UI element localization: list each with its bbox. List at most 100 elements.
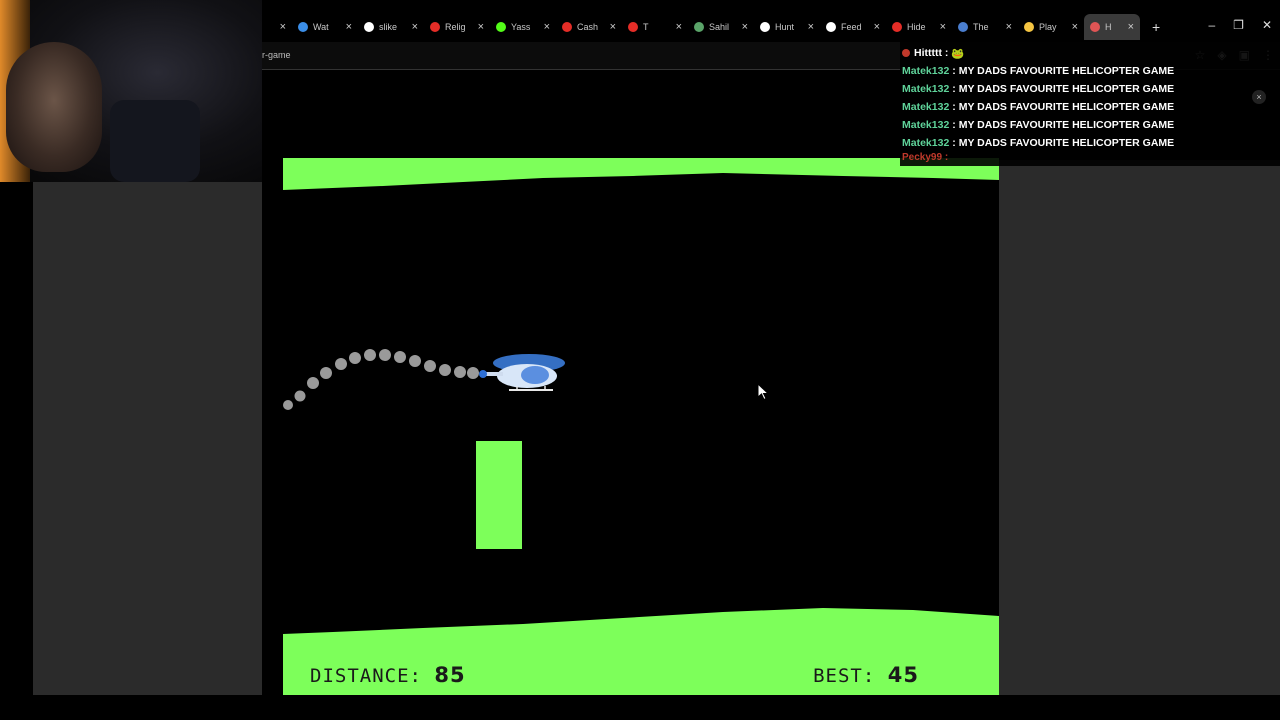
- user-badge-icon: [902, 49, 910, 57]
- chat-username: Pecky99 :: [902, 151, 949, 163]
- tab-close-icon[interactable]: ×: [1072, 21, 1078, 33]
- tab-close-icon[interactable]: ×: [1006, 21, 1012, 33]
- tab-favicon-icon: [958, 22, 968, 32]
- tab-close-icon[interactable]: ×: [742, 21, 748, 33]
- chat-username: Matek132: [902, 137, 950, 149]
- webcam-overlay: [0, 0, 262, 182]
- distance-readout: DISTANCE: 85: [310, 663, 466, 687]
- tab-favicon-icon: [298, 22, 308, 32]
- close-chat-icon[interactable]: ×: [1252, 90, 1266, 104]
- webcam-person: [6, 42, 102, 172]
- chat-line: Matek132: MY DADS FAVOURITE HELICOPTER G…: [902, 116, 1280, 134]
- browser-tab[interactable]: T ×: [622, 14, 688, 40]
- mouse-cursor-icon: [757, 383, 770, 401]
- smoke-trail: [283, 349, 479, 410]
- tab-favicon-icon: [760, 22, 770, 32]
- chat-message-text: : MY DADS FAVOURITE HELICOPTER GAME: [952, 137, 1175, 149]
- distance-label: DISTANCE:: [310, 665, 422, 687]
- chat-overlay: Hittttt : 🐸 Matek132: MY DADS FAVOURITE …: [900, 42, 1280, 166]
- tab-favicon-icon: [430, 22, 440, 32]
- tab-title: H: [1105, 22, 1112, 32]
- tab-favicon-icon: [1024, 22, 1034, 32]
- browser-tab[interactable]: H ×: [1084, 14, 1140, 40]
- tab-favicon-icon: [628, 22, 638, 32]
- tab-favicon-icon: [892, 22, 902, 32]
- chat-username: Matek132: [902, 101, 950, 113]
- minimize-icon[interactable]: –: [1208, 18, 1215, 32]
- tab-title: Play: [1039, 22, 1057, 32]
- window-controls: – ❐ ✕: [1208, 18, 1272, 32]
- browser-tab[interactable]: ×: [262, 14, 292, 40]
- game-scene: [283, 158, 999, 695]
- browser-tab[interactable]: Relig ×: [424, 14, 490, 40]
- ceiling-terrain: [283, 158, 999, 190]
- browser-tab[interactable]: Hunt ×: [754, 14, 820, 40]
- chat-line-partial: Pecky99 :: [902, 150, 948, 164]
- url-text[interactable]: r-game: [262, 50, 291, 60]
- close-icon[interactable]: ✕: [1262, 18, 1272, 32]
- tab-title: Relig: [445, 22, 466, 32]
- tab-close-icon[interactable]: ×: [1128, 21, 1134, 33]
- browser-tab[interactable]: Feed ×: [820, 14, 886, 40]
- webcam-chair: [110, 100, 200, 182]
- tab-close-icon[interactable]: ×: [808, 21, 814, 33]
- tab-favicon-icon: [826, 22, 836, 32]
- chat-messages: Matek132: MY DADS FAVOURITE HELICOPTER G…: [902, 62, 1280, 152]
- tab-title: The: [973, 22, 989, 32]
- chat-message-text: : MY DADS FAVOURITE HELICOPTER GAME: [952, 101, 1175, 113]
- tab-close-icon[interactable]: ×: [676, 21, 682, 33]
- tab-favicon-icon: [496, 22, 506, 32]
- best-label: BEST:: [813, 665, 876, 687]
- tab-strip: × Wat × slike × Relig × Yass × Cash × T × Sahil × Hunt ×…: [262, 14, 1280, 40]
- tab-favicon-icon: [1090, 22, 1100, 32]
- tab-close-icon[interactable]: ×: [280, 21, 286, 33]
- tab-title: Cash: [577, 22, 599, 32]
- emote-icon: 🐸: [948, 47, 965, 60]
- tab-close-icon[interactable]: ×: [544, 21, 550, 33]
- best-value: 45: [887, 663, 919, 687]
- browser-tab[interactable]: Hide ×: [886, 14, 952, 40]
- tab-close-icon[interactable]: ×: [874, 21, 880, 33]
- tab-favicon-icon: [364, 22, 374, 32]
- chat-message-text: : MY DADS FAVOURITE HELICOPTER GAME: [952, 65, 1175, 77]
- tab-title: Hunt: [775, 22, 795, 32]
- tab-title: Feed: [841, 22, 862, 32]
- tab-title: Hide: [907, 22, 926, 32]
- browser-tab[interactable]: Cash ×: [556, 14, 622, 40]
- tab-close-icon[interactable]: ×: [412, 21, 418, 33]
- tab-close-icon[interactable]: ×: [940, 21, 946, 33]
- tab-favicon-icon: [694, 22, 704, 32]
- tab-title: Sahil: [709, 22, 730, 32]
- chat-line: Matek132: MY DADS FAVOURITE HELICOPTER G…: [902, 98, 1280, 116]
- tab-close-icon[interactable]: ×: [610, 21, 616, 33]
- right-gray-panel: [999, 160, 1280, 695]
- left-gray-panel: [33, 182, 262, 695]
- browser-tab[interactable]: Play ×: [1018, 14, 1084, 40]
- chat-username: Hittttt :: [914, 47, 949, 59]
- browser-tab[interactable]: Yass ×: [490, 14, 556, 40]
- new-tab-button[interactable]: +: [1152, 19, 1160, 35]
- browser-tab[interactable]: Sahil ×: [688, 14, 754, 40]
- chat-message-text: : MY DADS FAVOURITE HELICOPTER GAME: [952, 119, 1175, 131]
- tab-title: slike: [379, 22, 398, 32]
- tab-favicon-icon: [562, 22, 572, 32]
- tab-title: T: [643, 22, 649, 32]
- browser-tab[interactable]: slike ×: [358, 14, 424, 40]
- restore-icon[interactable]: ❐: [1233, 18, 1244, 32]
- chat-line: Matek132: MY DADS FAVOURITE HELICOPTER G…: [902, 62, 1280, 80]
- screen: × Wat × slike × Relig × Yass × Cash × T × Sahil × Hunt ×…: [0, 0, 1280, 720]
- chat-username: Matek132: [902, 83, 950, 95]
- browser-tab[interactable]: Wat ×: [292, 14, 358, 40]
- chat-line: Matek132: MY DADS FAVOURITE HELICOPTER G…: [902, 80, 1280, 98]
- tab-close-icon[interactable]: ×: [478, 21, 484, 33]
- game-canvas[interactable]: DISTANCE: 85 BEST: 45: [283, 158, 999, 695]
- score-hud: DISTANCE: 85 BEST: 45: [283, 659, 999, 689]
- obstacle-block: [476, 441, 522, 549]
- chat-line: Hittttt : 🐸: [902, 44, 1280, 62]
- tab-title: Wat: [313, 22, 329, 32]
- helicopter-sprite: [479, 354, 565, 391]
- chat-line: Matek132: MY DADS FAVOURITE HELICOPTER G…: [902, 134, 1280, 152]
- tab-close-icon[interactable]: ×: [346, 21, 352, 33]
- best-readout: BEST: 45: [813, 663, 919, 687]
- browser-tab[interactable]: The ×: [952, 14, 1018, 40]
